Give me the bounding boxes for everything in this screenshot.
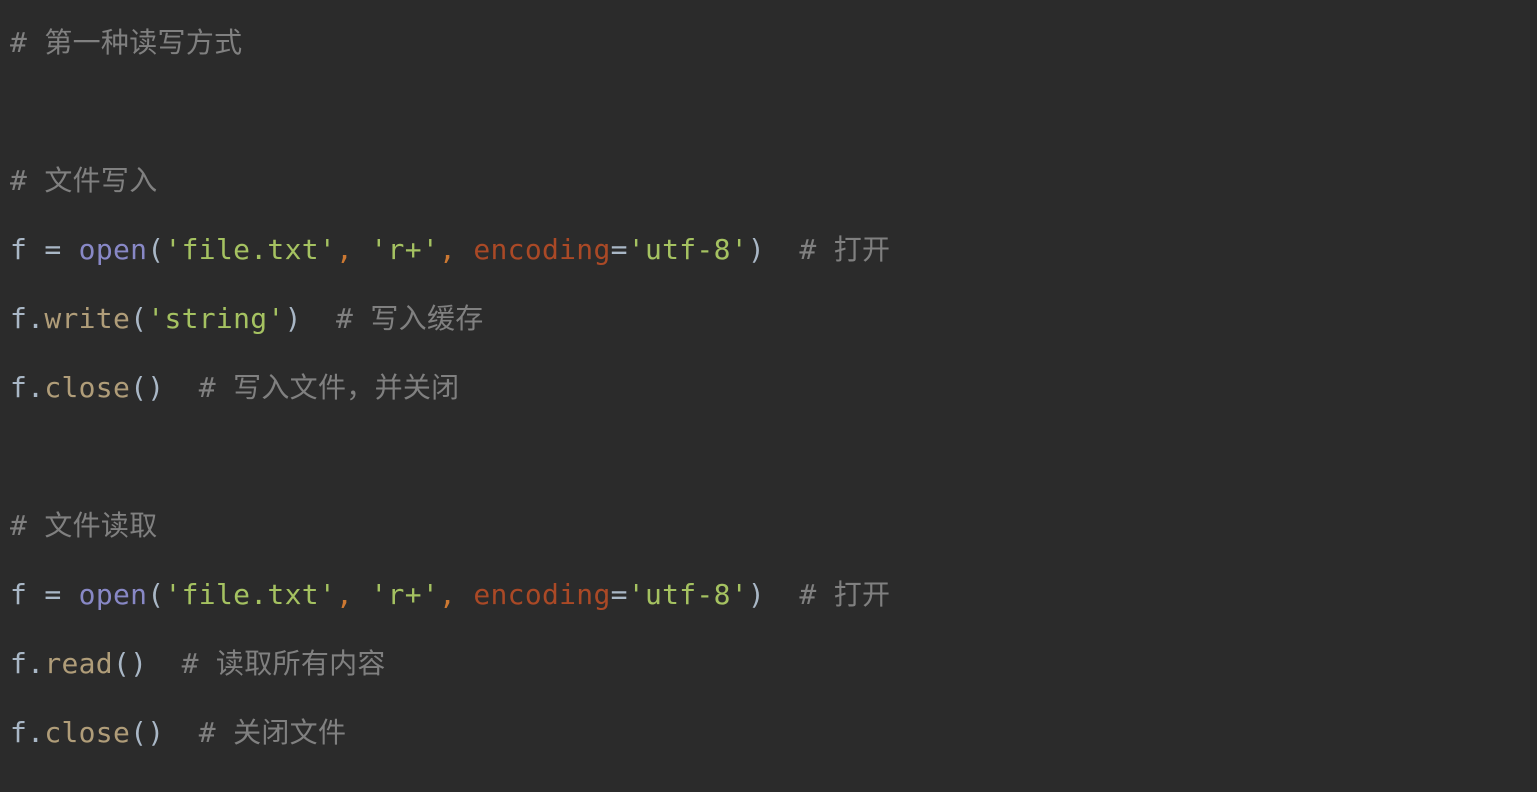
code-token: ,	[336, 578, 370, 611]
code-line: f.read() # 读取所有内容	[10, 647, 386, 680]
code-token: f	[10, 233, 27, 266]
code-token: ,	[439, 578, 473, 611]
code-token: )	[285, 302, 302, 335]
code-token: =	[611, 233, 628, 266]
code-token: ,	[336, 233, 370, 266]
code-token: (	[130, 302, 147, 335]
code-token: # 文件读取	[10, 509, 158, 542]
code-token: 'r+'	[370, 578, 439, 611]
code-token: )	[748, 233, 765, 266]
code-token: 'string'	[147, 302, 284, 335]
code-token: close	[44, 371, 130, 404]
code-token: ()	[130, 371, 164, 404]
code-token: f.	[10, 716, 44, 749]
code-token: f.	[10, 371, 44, 404]
code-token: f.	[10, 302, 44, 335]
code-token: # 写入文件，并关闭	[164, 371, 459, 404]
code-token: # 读取所有内容	[147, 647, 385, 680]
code-token: f	[10, 578, 27, 611]
code-line: # 第一种读写方式	[10, 26, 242, 59]
code-token: # 关闭文件	[164, 716, 346, 749]
code-token: 'utf-8'	[628, 233, 748, 266]
code-token: close	[44, 716, 130, 749]
code-token: 'file.txt'	[164, 578, 336, 611]
code-token: ()	[113, 647, 147, 680]
code-token: # 第一种读写方式	[10, 26, 242, 59]
code-token: )	[748, 578, 765, 611]
code-token: ,	[439, 233, 473, 266]
code-line: f.close() # 写入文件，并关闭	[10, 371, 459, 404]
code-token: # 文件写入	[10, 164, 158, 197]
code-line: f = open('file.txt', 'r+', encoding='utf…	[10, 578, 890, 611]
code-editor[interactable]: # 第一种读写方式 # 文件写入 f = open('file.txt', 'r…	[0, 0, 1537, 777]
code-line: f.write('string') # 写入缓存	[10, 302, 484, 335]
code-token: open	[79, 578, 148, 611]
code-token: # 打开	[765, 578, 890, 611]
code-token: =	[27, 233, 78, 266]
code-token: encoding	[473, 578, 610, 611]
code-line: # 文件读取	[10, 509, 158, 542]
code-token: ()	[130, 716, 164, 749]
code-line: f = open('file.txt', 'r+', encoding='utf…	[10, 233, 890, 266]
code-token: encoding	[473, 233, 610, 266]
code-line: f.close() # 关闭文件	[10, 716, 346, 749]
code-token: read	[44, 647, 113, 680]
code-line: # 文件写入	[10, 164, 158, 197]
code-token: write	[44, 302, 130, 335]
code-token: 'file.txt'	[164, 233, 336, 266]
code-token: (	[147, 233, 164, 266]
code-token: =	[611, 578, 628, 611]
code-token: # 写入缓存	[302, 302, 484, 335]
code-token: 'r+'	[370, 233, 439, 266]
code-token: f.	[10, 647, 44, 680]
code-token: # 打开	[765, 233, 890, 266]
code-token: =	[27, 578, 78, 611]
code-token: (	[147, 578, 164, 611]
code-token: open	[79, 233, 148, 266]
code-token: 'utf-8'	[628, 578, 748, 611]
